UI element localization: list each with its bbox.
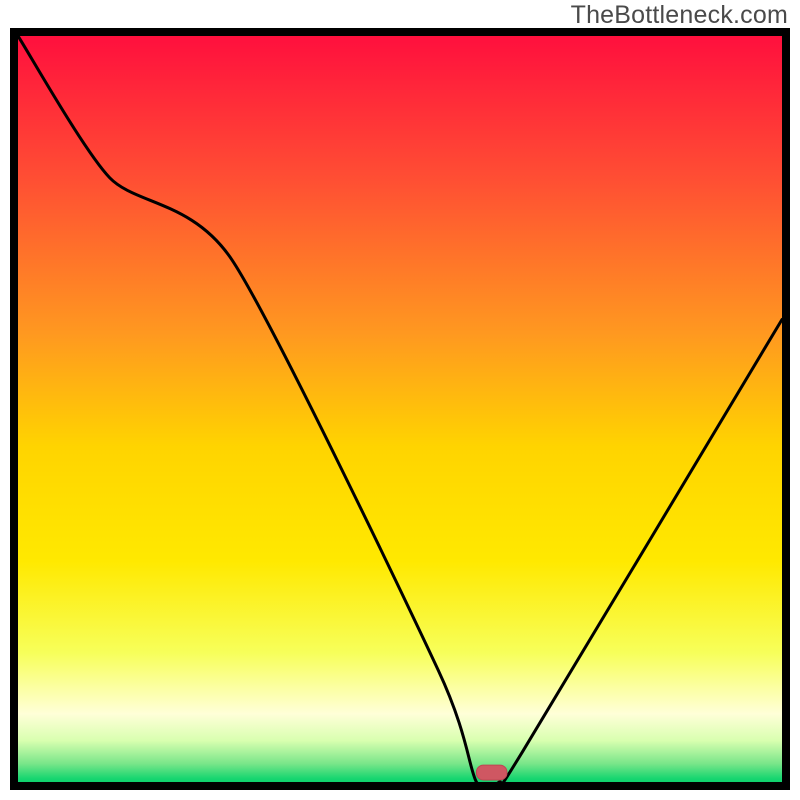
chart-frame: [10, 28, 790, 790]
chart-container: TheBottleneck.com: [0, 0, 800, 800]
bottleneck-chart: [10, 28, 790, 790]
watermark-text: TheBottleneck.com: [571, 1, 788, 30]
optimal-marker: [476, 765, 507, 780]
plot-background: [10, 28, 790, 790]
